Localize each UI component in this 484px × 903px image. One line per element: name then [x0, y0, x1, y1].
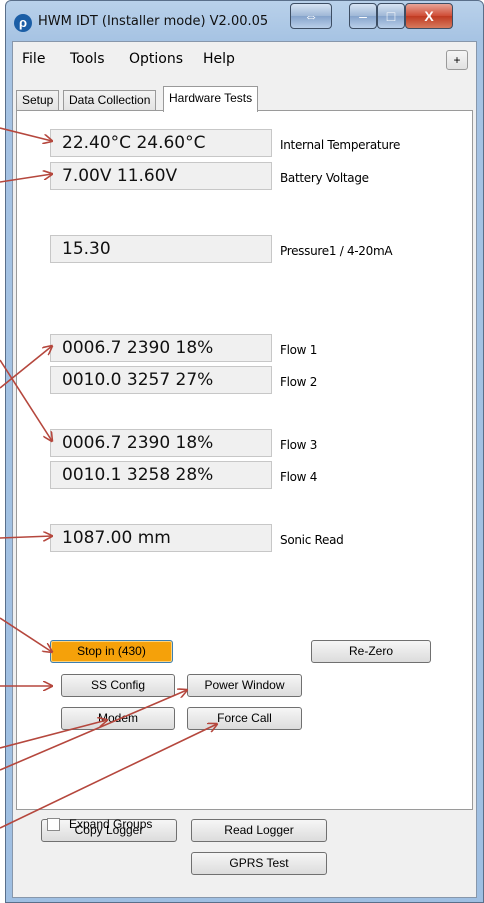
resize-button[interactable]: ⇔ — [290, 3, 332, 29]
gprs-test-button[interactable]: GPRS Test — [191, 852, 327, 875]
modem-button[interactable]: Modem — [61, 707, 175, 730]
menu-tools[interactable]: Tools — [70, 51, 105, 67]
battery-readout: 7.00V 11.60V — [50, 162, 272, 190]
menu-file[interactable]: File — [22, 51, 45, 67]
flow1-label: Flow 1 — [280, 343, 318, 357]
title-bar[interactable]: ρ HWM IDT (Installer mode) V2.00.05 ⇔ – … — [6, 1, 483, 41]
force-call-button[interactable]: Force Call — [187, 707, 302, 730]
plus-button[interactable]: + — [446, 50, 468, 70]
flow2-readout: 0010.0 3257 27% — [50, 366, 272, 394]
pressure-label: Pressure1 / 4-20mA — [280, 244, 393, 258]
flow2-label: Flow 2 — [280, 375, 318, 389]
menu-help[interactable]: Help — [203, 51, 235, 67]
menu-options[interactable]: Options — [129, 51, 183, 67]
maximize-button[interactable]: □ — [377, 3, 405, 29]
app-logo-icon: ρ — [14, 14, 32, 32]
tab-hardware-tests[interactable]: Hardware Tests — [163, 86, 259, 112]
tab-data-collection[interactable]: Data Collection — [63, 90, 157, 110]
close-button[interactable]: X — [405, 3, 453, 29]
app-window: ρ HWM IDT (Installer mode) V2.00.05 ⇔ – … — [5, 0, 484, 903]
hardware-tests-panel — [16, 110, 473, 810]
power-window-button[interactable]: Power Window — [187, 674, 302, 697]
rezero-button[interactable]: Re-Zero — [311, 640, 431, 663]
sonic-label: Sonic Read — [280, 533, 344, 547]
window-title: HWM IDT (Installer mode) V2.00.05 — [38, 14, 269, 29]
read-logger-button[interactable]: Read Logger — [191, 819, 327, 842]
temperature-readout: 22.40°C 24.60°C — [50, 129, 272, 157]
flow3-label: Flow 3 — [280, 438, 318, 452]
flow4-label: Flow 4 — [280, 470, 318, 484]
screenshot-root: ρ HWM IDT (Installer mode) V2.00.05 ⇔ – … — [0, 0, 484, 903]
stop-button[interactable]: Stop in (430) — [50, 640, 173, 663]
sonic-readout: 1087.00 mm — [50, 524, 272, 552]
flow1-readout: 0006.7 2390 18% — [50, 334, 272, 362]
flow4-readout: 0010.1 3258 28% — [50, 461, 272, 489]
pressure-readout: 15.30 — [50, 235, 272, 263]
menu-bar: File Tools Options Help + — [13, 42, 476, 70]
expand-groups-label: Expand Groups — [69, 817, 153, 831]
ss-config-button[interactable]: SS Config — [61, 674, 175, 697]
client-area: File Tools Options Help + Setup Data Col… — [12, 41, 477, 898]
expand-groups-checkbox[interactable] — [47, 818, 60, 831]
minimize-button[interactable]: – — [349, 3, 377, 29]
battery-label: Battery Voltage — [280, 171, 369, 185]
tab-setup[interactable]: Setup — [16, 90, 60, 110]
temperature-label: Internal Temperature — [280, 138, 401, 152]
flow3-readout: 0006.7 2390 18% — [50, 429, 272, 457]
